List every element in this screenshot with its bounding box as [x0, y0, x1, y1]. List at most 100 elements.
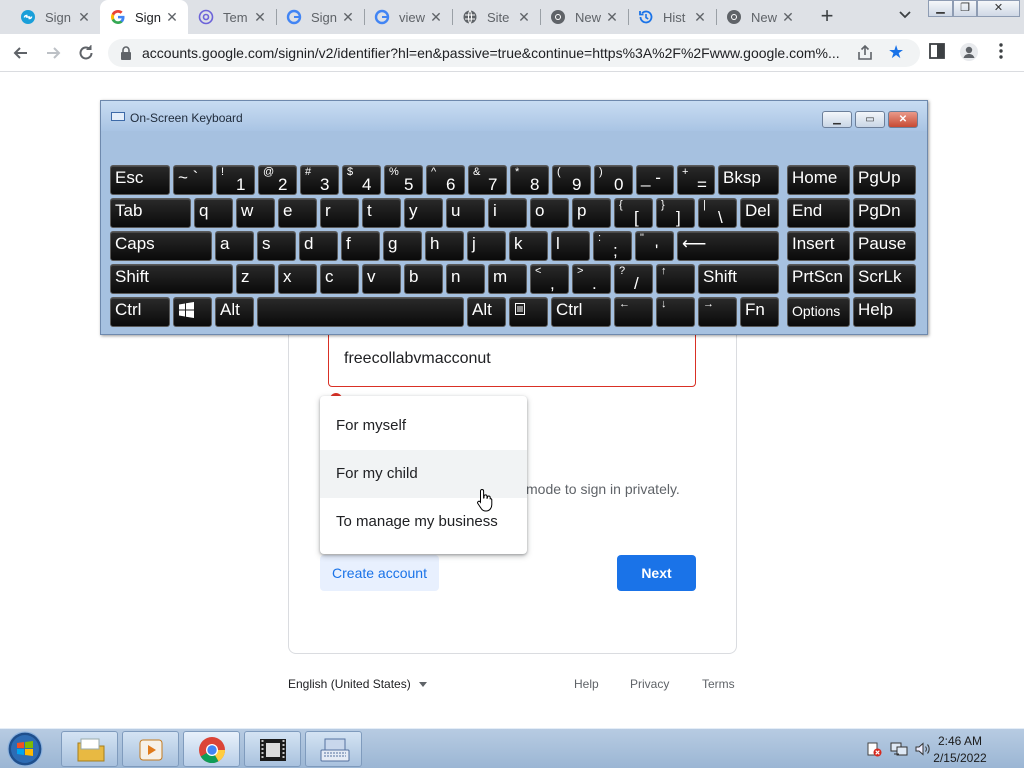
bookmark-star-icon[interactable]: ★ — [888, 42, 904, 63]
key-4[interactable]: $4 — [342, 165, 381, 195]
key-n[interactable]: n — [446, 264, 485, 294]
key-g[interactable]: g — [383, 231, 422, 261]
key-f[interactable]: f — [341, 231, 380, 261]
new-tab-button[interactable]: + — [816, 5, 838, 28]
key-q[interactable]: q — [194, 198, 233, 228]
tab-sign-in-3[interactable]: Sign ✕ — [276, 0, 364, 34]
lock-icon[interactable] — [120, 46, 132, 60]
key-enter[interactable]: ⟵ — [677, 231, 779, 261]
key-l[interactable]: l — [551, 231, 590, 261]
key-left-alt[interactable]: Alt — [215, 297, 254, 327]
osk-maximize-button[interactable]: ▭ — [855, 111, 885, 128]
key-backslash[interactable]: | \ — [698, 198, 737, 228]
close-icon[interactable]: ✕ — [780, 9, 796, 25]
profile-button[interactable] — [958, 42, 980, 64]
key-comma[interactable]: <, — [530, 264, 569, 294]
key-i[interactable]: i — [488, 198, 527, 228]
key-w[interactable]: w — [236, 198, 275, 228]
key-right-shift[interactable]: Shift — [698, 264, 779, 294]
footer-terms-link[interactable]: Terms — [702, 677, 735, 691]
key-equals[interactable]: + = — [677, 165, 715, 195]
key-right-alt[interactable]: Alt — [467, 297, 506, 327]
url-text[interactable]: accounts.google.com/signin/v2/identifier… — [142, 45, 842, 61]
key-b[interactable]: b — [404, 264, 443, 294]
key-x[interactable]: x — [278, 264, 317, 294]
key-fn[interactable]: Fn — [740, 297, 779, 327]
key-7[interactable]: & 7 — [468, 165, 507, 195]
start-button[interactable] — [3, 730, 47, 768]
key-menu[interactable] — [509, 297, 548, 327]
footer-help-link[interactable]: Help — [574, 677, 599, 691]
key-up-arrow[interactable]: ↑ — [656, 264, 695, 294]
key-z[interactable]: z — [236, 264, 275, 294]
key-5[interactable]: % 5 — [384, 165, 423, 195]
share-icon[interactable] — [856, 44, 874, 62]
close-icon[interactable]: ✕ — [428, 9, 444, 25]
taskbar-explorer[interactable] — [61, 731, 118, 767]
osk-close-button[interactable]: ✕ — [888, 111, 918, 128]
key-period[interactable]: >. — [572, 264, 611, 294]
window-close-button[interactable]: ✕ — [977, 0, 1020, 17]
taskbar-on-screen-keyboard[interactable] — [305, 731, 362, 767]
key-6[interactable]: ^ 6 — [426, 165, 465, 195]
action-center-warning-icon[interactable] — [866, 741, 882, 757]
key-delete[interactable]: Del — [740, 198, 779, 228]
key-home[interactable]: Home — [787, 165, 850, 195]
key-semicolon[interactable]: :; — [593, 231, 632, 261]
key-left-bracket[interactable]: {[ — [614, 198, 653, 228]
key-s[interactable]: s — [257, 231, 296, 261]
taskbar-chrome[interactable] — [183, 731, 240, 767]
key-a[interactable]: a — [215, 231, 254, 261]
key-u[interactable]: u — [446, 198, 485, 228]
key-windows[interactable] — [173, 297, 212, 327]
tab-search-chevron-icon[interactable] — [896, 8, 914, 26]
key-v[interactable]: v — [362, 264, 401, 294]
menu-item-for-myself[interactable]: For myself — [320, 402, 527, 450]
side-panel-button[interactable] — [926, 42, 948, 64]
key-end[interactable]: End — [787, 198, 850, 228]
tab-sign-in-1[interactable]: Sign ✕ — [0, 0, 100, 34]
taskbar-film-app[interactable] — [244, 731, 301, 767]
key-o[interactable]: o — [530, 198, 569, 228]
key-3[interactable]: #3 — [300, 165, 339, 195]
clock-time[interactable]: 2:46 AM — [910, 734, 1010, 748]
key-backspace[interactable]: Bksp — [718, 165, 779, 195]
key-insert[interactable]: Insert — [787, 231, 850, 261]
key-r[interactable]: r — [320, 198, 359, 228]
tab-site[interactable]: Site ✕ — [452, 0, 540, 34]
create-account-button[interactable]: Create account — [320, 555, 439, 591]
email-field-value[interactable]: freecollabvmacconut — [344, 350, 491, 368]
key-2[interactable]: @2 — [258, 165, 297, 195]
key-tab[interactable]: Tab — [110, 198, 191, 228]
menu-item-manage-business[interactable]: To manage my business — [320, 498, 527, 546]
network-icon[interactable] — [890, 741, 908, 757]
key-k[interactable]: k — [509, 231, 548, 261]
key-d[interactable]: d — [299, 231, 338, 261]
key-down-arrow[interactable]: ↓ — [656, 297, 695, 327]
close-icon[interactable]: ✕ — [252, 9, 268, 25]
key-0[interactable]: ) 0 — [594, 165, 633, 195]
key-pgup[interactable]: PgUp — [853, 165, 916, 195]
taskbar-media-player[interactable] — [122, 731, 179, 767]
tab-sign-in-2[interactable]: Sign ✕ — [100, 0, 188, 34]
menu-item-for-my-child[interactable]: For my child — [320, 450, 527, 498]
language-selector[interactable]: English (United States) — [288, 677, 427, 691]
key-help[interactable]: Help — [853, 297, 916, 327]
forward-button[interactable] — [42, 42, 64, 64]
key-m[interactable]: m — [488, 264, 527, 294]
key-tilde[interactable]: ~ ` — [173, 165, 213, 195]
key-slash[interactable]: ? / — [614, 264, 653, 294]
key-right-arrow[interactable]: → — [698, 297, 737, 327]
close-icon[interactable]: ✕ — [340, 9, 356, 25]
key-e[interactable]: e — [278, 198, 317, 228]
key-8[interactable]: * 8 — [510, 165, 549, 195]
key-c[interactable]: c — [320, 264, 359, 294]
key-1[interactable]: ! 1 — [216, 165, 255, 195]
close-icon[interactable]: ✕ — [516, 9, 532, 25]
key-left-shift[interactable]: Shift — [110, 264, 233, 294]
address-bar[interactable]: accounts.google.com/signin/v2/identifier… — [108, 39, 920, 67]
key-right-ctrl[interactable]: Ctrl — [551, 297, 611, 327]
key-scrlk[interactable]: ScrLk — [853, 264, 916, 294]
key-pgdn[interactable]: PgDn — [853, 198, 916, 228]
key-caps[interactable]: Caps — [110, 231, 212, 261]
